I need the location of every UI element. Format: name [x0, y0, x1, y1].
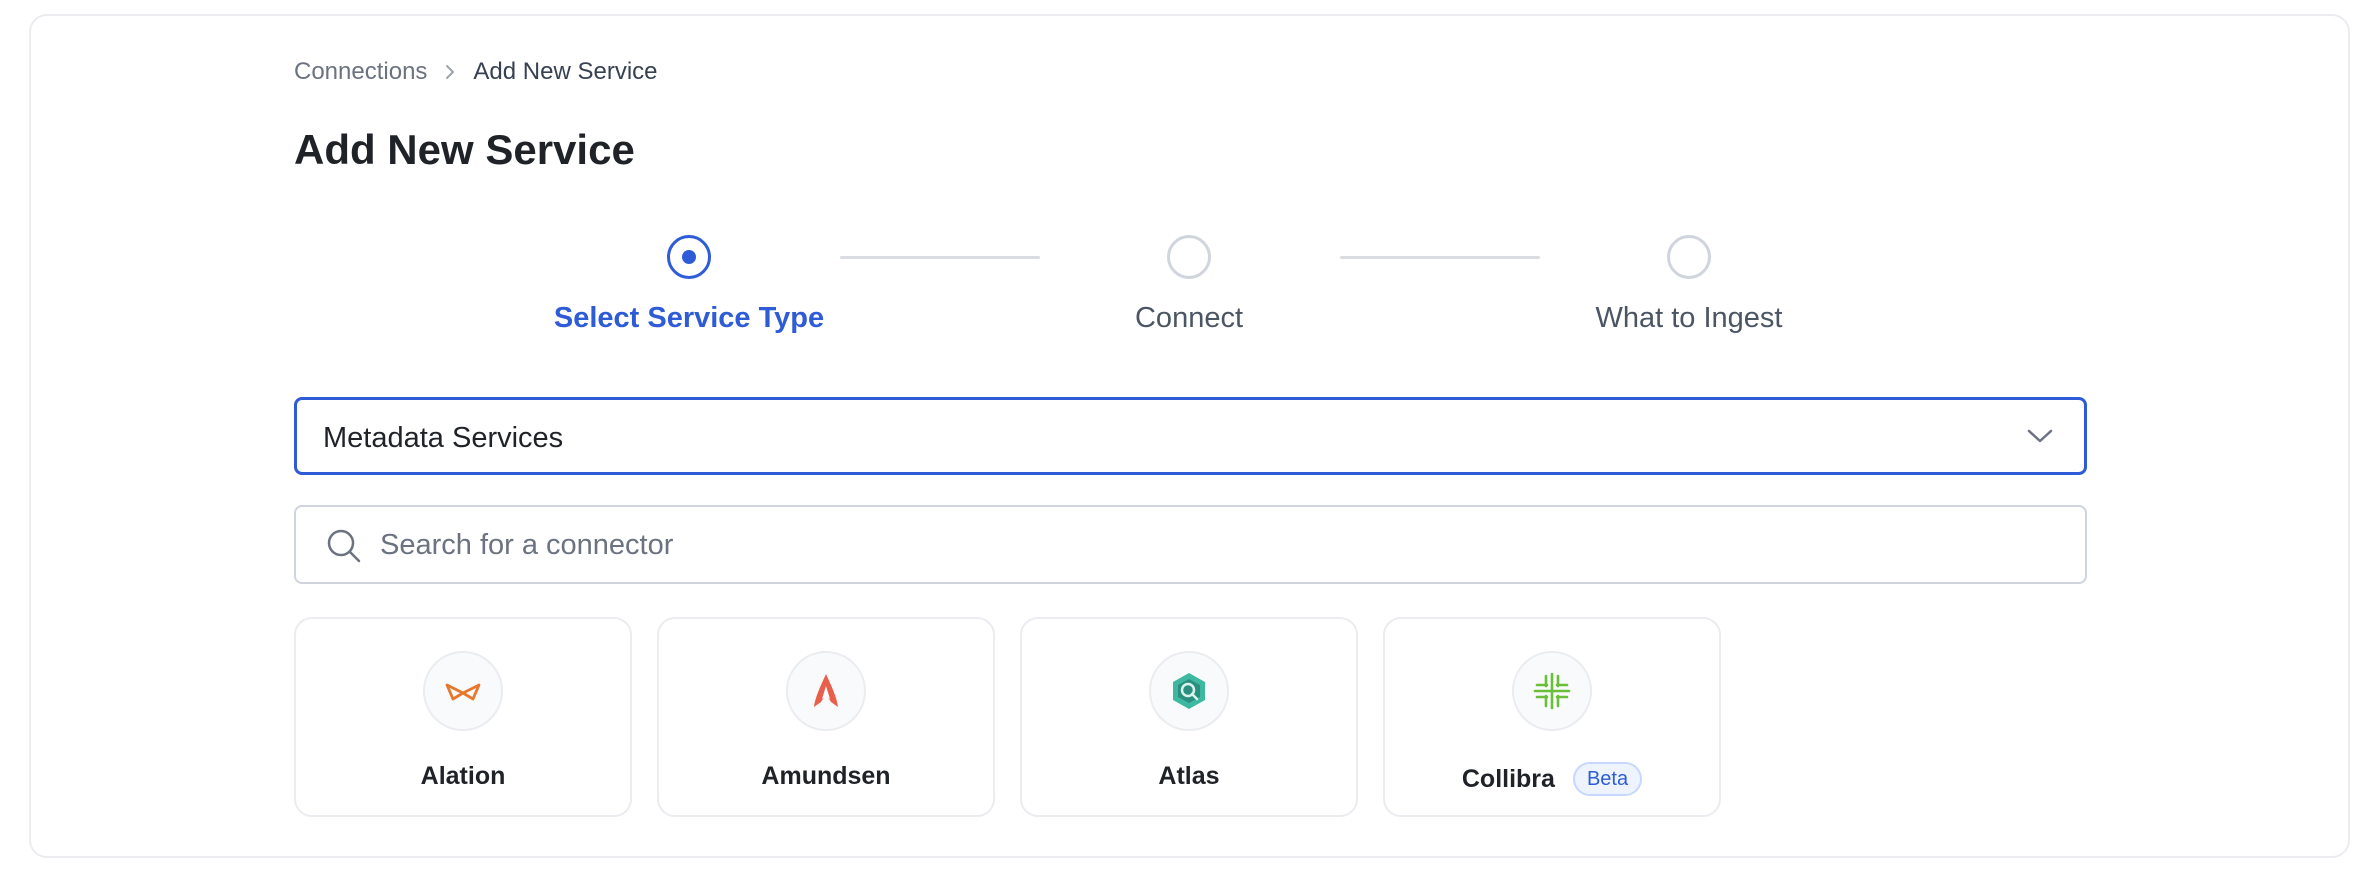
beta-badge: Beta [1572, 762, 1643, 796]
connector-card-alation[interactable]: Alation [294, 617, 632, 817]
amundsen-logo-icon [814, 674, 838, 707]
connector-name: Atlas [1158, 762, 1220, 790]
connector-card-amundsen[interactable]: Amundsen [657, 617, 995, 817]
step-1-label: Select Service Type [553, 302, 825, 334]
service-type-select[interactable]: Metadata Services [294, 397, 2087, 475]
step-connector-line [840, 256, 1040, 259]
connector-card-collibra[interactable]: Collibra Beta [1383, 617, 1721, 817]
breadcrumb-current: Add New Service [473, 58, 658, 85]
service-type-select-value: Metadata Services [323, 422, 564, 454]
connector-search-input[interactable] [378, 509, 2065, 582]
connector-name: Collibra [1461, 764, 1555, 793]
connector-name: Alation [420, 762, 506, 790]
step-2-indicator [1167, 235, 1211, 279]
search-icon [327, 529, 361, 563]
step-1-indicator [667, 235, 711, 279]
step-2-label: Connect [1134, 302, 1244, 334]
chevron-down-icon [2027, 429, 2053, 443]
page-title: Add New Service [294, 126, 635, 173]
alation-logo-icon [445, 683, 481, 701]
atlas-logo-icon [1173, 673, 1205, 709]
step-connector-line [1340, 256, 1540, 259]
chevron-right-icon [446, 65, 455, 79]
amundsen-logo [786, 651, 866, 731]
connector-card-atlas[interactable]: Atlas [1020, 617, 1358, 817]
alation-logo [423, 651, 503, 731]
atlas-logo [1149, 651, 1229, 731]
collibra-logo [1512, 651, 1592, 731]
breadcrumb-connections-link[interactable]: Connections [294, 58, 427, 86]
step-3-label: What to Ingest [1595, 302, 1783, 334]
connector-search-box [294, 505, 2087, 584]
step-3-indicator [1667, 235, 1711, 279]
connector-name: Amundsen [761, 762, 891, 790]
collibra-logo-icon [1533, 672, 1571, 710]
breadcrumb: Connections Add New Service [294, 58, 658, 86]
